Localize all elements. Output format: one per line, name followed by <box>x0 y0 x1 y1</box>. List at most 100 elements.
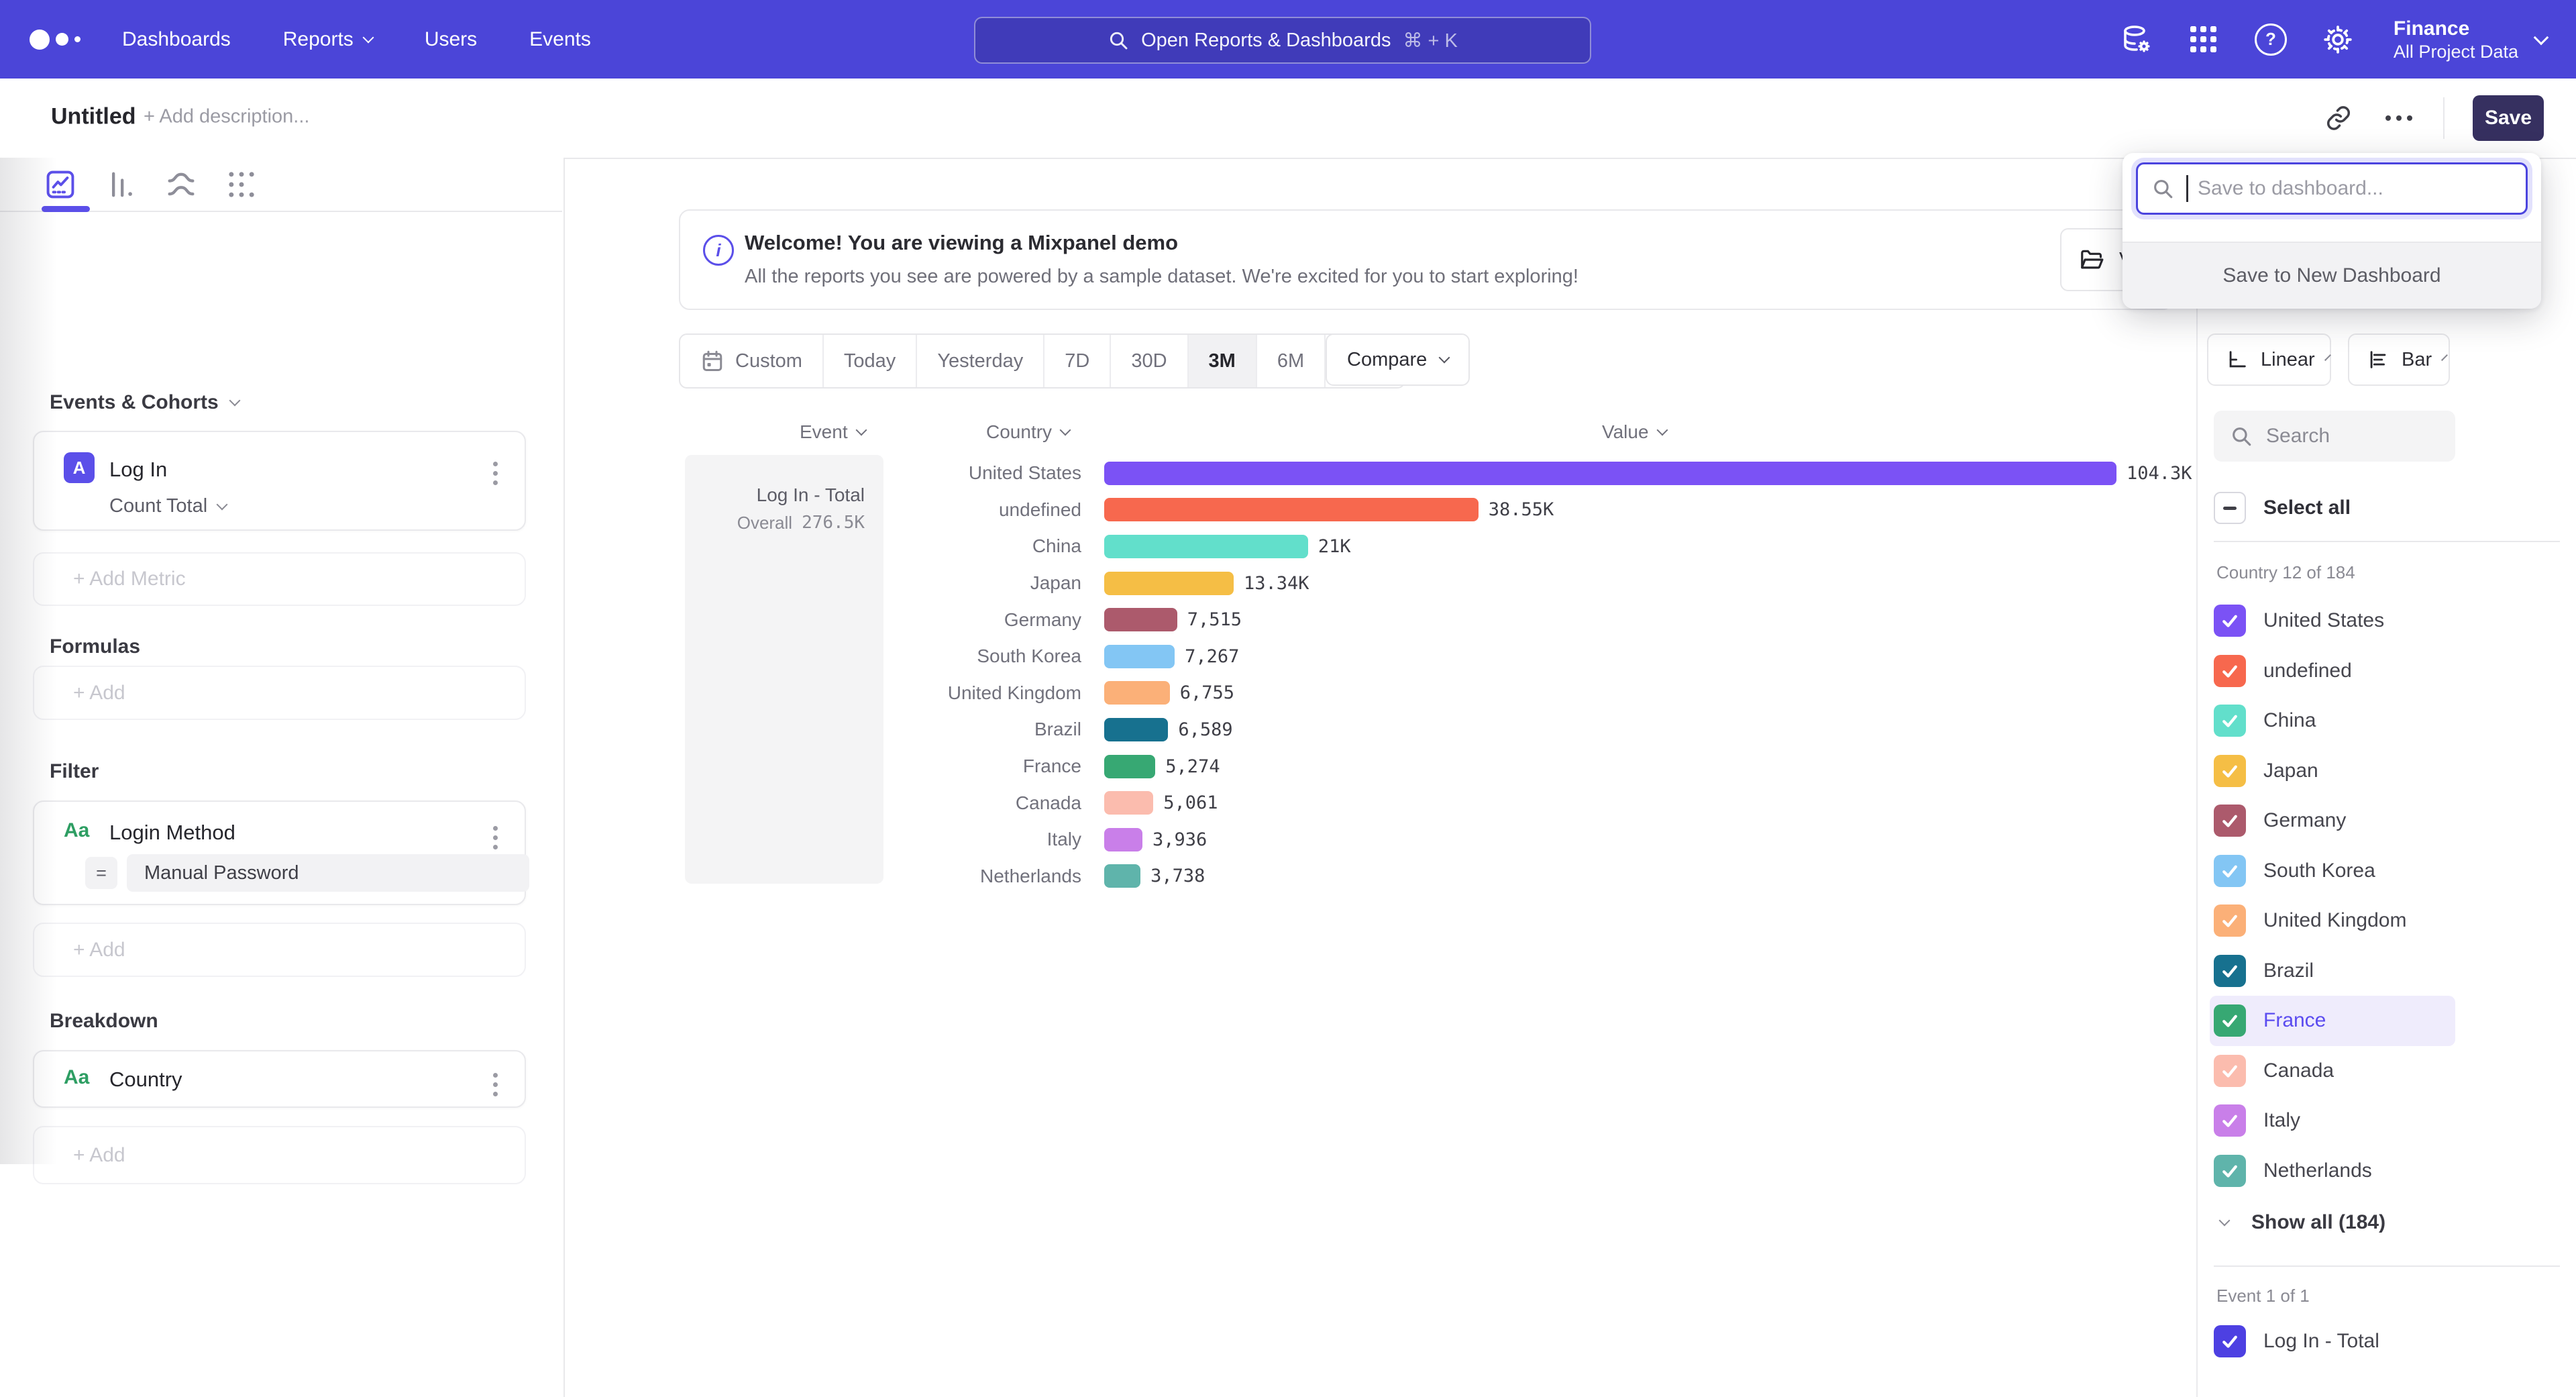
range-today[interactable]: Today <box>822 335 916 387</box>
add-breakdown-button[interactable]: + Add <box>33 1126 526 1184</box>
country-filter-row[interactable]: United States <box>2210 596 2455 646</box>
nav-events[interactable]: Events <box>529 28 591 51</box>
tab-retention[interactable] <box>224 167 259 202</box>
country-checkbox[interactable] <box>2214 1104 2246 1137</box>
nav-dashboards[interactable]: Dashboards <box>122 28 231 51</box>
nav-users[interactable]: Users <box>425 28 477 51</box>
country-checkbox[interactable] <box>2214 1055 2246 1087</box>
country-checkbox[interactable] <box>2214 1325 2246 1357</box>
report-description-placeholder[interactable]: + Add description... <box>144 106 309 128</box>
country-filter-row[interactable]: undefined <box>2210 646 2455 696</box>
nav-reports[interactable]: Reports <box>283 28 372 51</box>
country-filter-row[interactable]: Netherlands <box>2210 1146 2455 1196</box>
bar[interactable] <box>1104 755 1155 778</box>
add-formula-button[interactable]: + Add <box>33 666 526 720</box>
filter-card[interactable]: Aa Login Method = Manual Password <box>33 800 526 905</box>
range-3m[interactable]: 3M <box>1187 335 1256 387</box>
country-checkbox[interactable] <box>2214 805 2246 837</box>
bar[interactable] <box>1104 828 1142 851</box>
bar[interactable] <box>1104 608 1177 631</box>
bar[interactable] <box>1104 681 1170 705</box>
event-series-cell[interactable]: Log In - Total Overall 276.5K <box>685 455 883 884</box>
bar[interactable] <box>1104 645 1175 668</box>
range-6m[interactable]: 6M <box>1256 335 1324 387</box>
range-custom[interactable]: Custom <box>680 335 822 387</box>
country-filter-row[interactable]: France <box>2210 996 2455 1046</box>
country-checkbox[interactable] <box>2214 855 2246 887</box>
metric-aggregation[interactable]: Count Total <box>109 495 226 517</box>
country-filter-row[interactable]: South Korea <box>2210 846 2455 896</box>
chart-scale-selector[interactable]: Linear <box>2207 333 2331 386</box>
country-filter-row[interactable]: Brazil <box>2210 946 2455 996</box>
country-checkbox[interactable] <box>2214 904 2246 937</box>
country-filter-row[interactable]: Italy <box>2210 1096 2455 1146</box>
range-30d[interactable]: 30D <box>1110 335 1187 387</box>
settings-gear-icon[interactable] <box>2321 23 2355 56</box>
bar[interactable] <box>1104 864 1140 888</box>
save-to-new-dashboard-button[interactable]: Save to New Dashboard <box>2123 242 2541 309</box>
global-search-input[interactable]: Open Reports & Dashboards ⌘ + K <box>974 17 1591 64</box>
country-filter-row[interactable]: China <box>2210 696 2455 746</box>
metric-event-name[interactable]: Log In <box>109 458 167 482</box>
bar-chart-icon <box>2367 348 2390 371</box>
column-header-event[interactable]: Event <box>800 421 865 443</box>
bar[interactable] <box>1104 791 1153 815</box>
apps-grid-icon[interactable] <box>2187 23 2220 56</box>
column-header-value[interactable]: Value <box>1602 421 1666 443</box>
country-filter-list: United States undefined China Japan Germ… <box>2210 596 2455 1196</box>
country-checkbox[interactable] <box>2214 705 2246 737</box>
filter-property-name[interactable]: Login Method <box>109 821 235 845</box>
chart-type-selector[interactable]: Bar <box>2348 333 2450 386</box>
show-all-button[interactable]: Show all (184) <box>2220 1198 2385 1247</box>
project-subtitle: All Project Data <box>2394 42 2518 62</box>
help-icon[interactable]: ? <box>2254 23 2288 56</box>
share-link-icon[interactable] <box>2322 102 2355 134</box>
country-checkbox[interactable] <box>2214 755 2246 787</box>
country-checkbox[interactable] <box>2214 1155 2246 1187</box>
country-filter-row[interactable]: Japan <box>2210 746 2455 796</box>
breakdown-property-name[interactable]: Country <box>109 1068 182 1092</box>
select-all-row[interactable]: Select all <box>2214 492 2351 524</box>
range-yesterday[interactable]: Yesterday <box>916 335 1043 387</box>
country-checkbox[interactable] <box>2214 1004 2246 1037</box>
breakdown-options-icon[interactable] <box>489 1069 502 1100</box>
range-7d[interactable]: 7D <box>1043 335 1110 387</box>
column-header-country[interactable]: Country <box>986 421 1069 443</box>
bar[interactable] <box>1104 572 1234 595</box>
more-options-icon[interactable] <box>2383 102 2415 134</box>
mixpanel-logo-icon[interactable] <box>30 30 103 50</box>
country-filter-row[interactable]: Germany <box>2210 796 2455 846</box>
bar[interactable] <box>1104 718 1168 741</box>
metric-letter-badge: A <box>64 452 95 483</box>
compare-button[interactable]: Compare <box>1326 333 1470 386</box>
metric-card[interactable]: A Log In Count Total <box>33 431 526 531</box>
tab-funnels[interactable] <box>103 167 138 202</box>
filter-value[interactable]: Manual Password <box>127 854 529 892</box>
country-filter-row[interactable]: Canada <box>2210 1046 2455 1096</box>
add-filter-button[interactable]: + Add <box>33 923 526 977</box>
country-checkbox[interactable] <box>2214 605 2246 637</box>
report-title[interactable]: Untitled <box>51 104 136 130</box>
country-filter-row[interactable]: United Kingdom <box>2210 896 2455 946</box>
project-switcher[interactable]: Finance All Project Data <box>2394 16 2546 62</box>
country-checkbox[interactable] <box>2214 655 2246 687</box>
tab-insights[interactable] <box>43 167 78 202</box>
country-checkbox[interactable] <box>2214 955 2246 987</box>
select-all-checkbox[interactable] <box>2214 492 2246 524</box>
add-metric-button[interactable]: + Add Metric <box>33 552 526 606</box>
event-filter-row[interactable]: Log In - Total <box>2210 1316 2455 1367</box>
data-management-icon[interactable] <box>2120 23 2153 56</box>
filter-options-icon[interactable] <box>489 822 502 853</box>
metric-options-icon[interactable] <box>489 458 502 489</box>
save-dashboard-search-input[interactable]: Save to dashboard... <box>2136 162 2528 215</box>
segments-search-input[interactable]: Search <box>2214 411 2455 462</box>
section-events-cohorts[interactable]: Events & Cohorts <box>50 391 239 414</box>
filter-operator[interactable]: = <box>85 857 117 889</box>
country-label: Germany <box>2263 809 2346 832</box>
bar[interactable] <box>1104 462 2116 485</box>
breakdown-card[interactable]: Aa Country <box>33 1050 526 1108</box>
save-button[interactable]: Save <box>2473 95 2544 141</box>
bar[interactable] <box>1104 535 1308 558</box>
bar[interactable] <box>1104 498 1479 521</box>
tab-flows[interactable] <box>164 167 199 202</box>
